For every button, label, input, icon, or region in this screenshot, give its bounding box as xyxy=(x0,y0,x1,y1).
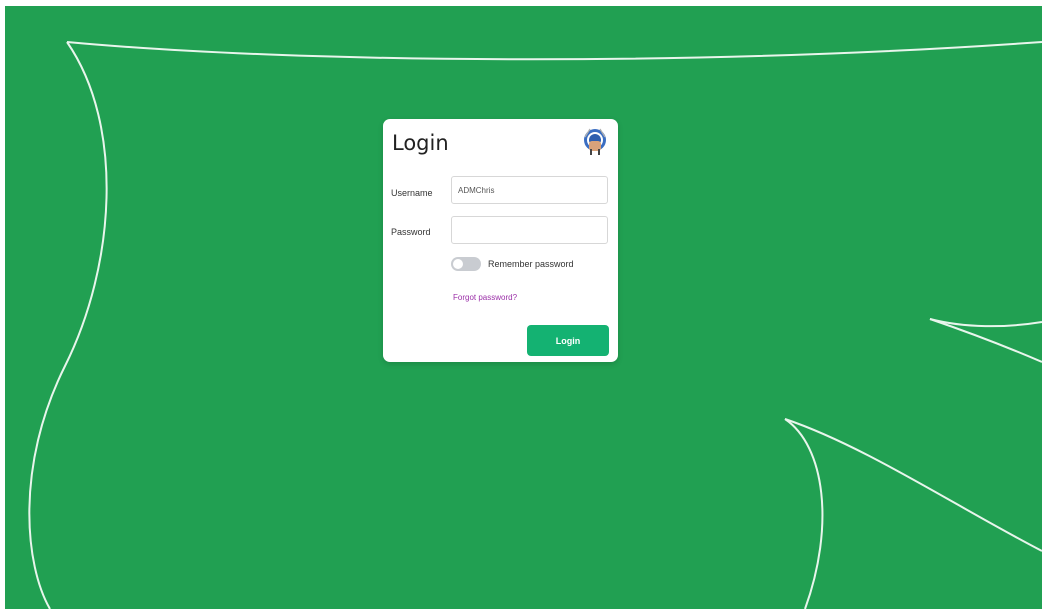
badge-logo-icon xyxy=(584,128,606,155)
login-title: Login xyxy=(392,131,449,155)
password-label: Password xyxy=(391,227,431,237)
login-card: Login Username Password Remember passwor… xyxy=(383,119,618,362)
remember-password-toggle[interactable] xyxy=(451,257,481,271)
login-button[interactable]: Login xyxy=(527,325,609,356)
remember-password-row: Remember password xyxy=(451,256,574,272)
login-page-background: Login Username Password Remember passwor… xyxy=(5,6,1042,609)
forgot-password-link[interactable]: Forgot password? xyxy=(453,293,517,302)
username-label: Username xyxy=(391,188,433,198)
toggle-knob xyxy=(453,259,463,269)
remember-password-label: Remember password xyxy=(488,259,574,269)
username-input[interactable] xyxy=(451,176,608,204)
password-input[interactable] xyxy=(451,216,608,244)
